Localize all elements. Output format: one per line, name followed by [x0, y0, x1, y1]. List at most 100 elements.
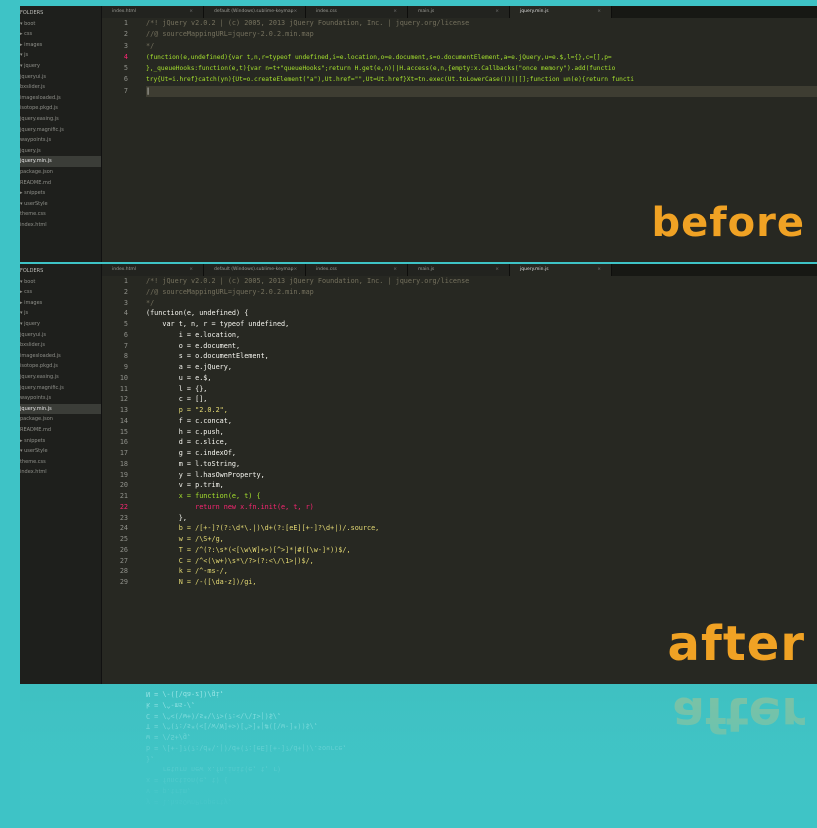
- sidebar-file-item[interactable]: ▸ css: [20, 29, 101, 40]
- code-line[interactable]: /*! jQuery v2.0.2 | (c) 2005, 2013 jQuer…: [146, 276, 817, 287]
- sidebar-file-item[interactable]: jquery.easing.js: [20, 372, 101, 383]
- sidebar-file-item[interactable]: theme.css: [20, 209, 101, 220]
- sidebar-file-item[interactable]: jquery.min.js: [20, 156, 101, 167]
- sidebar-file-item[interactable]: ▾ userStyle: [20, 446, 101, 457]
- code-line[interactable]: o = e.document,: [146, 341, 817, 352]
- sidebar-file-item[interactable]: ▾ userStyle: [20, 199, 101, 210]
- tab-index-css[interactable]: index.css ×: [306, 6, 408, 18]
- sidebar-file-item[interactable]: jqueryui.js: [20, 330, 101, 341]
- code-line[interactable]: c = [],: [146, 394, 817, 405]
- code-line[interactable]: v = p.trim,: [146, 480, 817, 491]
- sidebar-file-item[interactable]: jquery.magnific.js: [20, 125, 101, 136]
- code-line[interactable]: (function(e, undefined) {: [146, 308, 817, 319]
- code-line[interactable]: f = c.concat,: [146, 416, 817, 427]
- sidebar-file-item[interactable]: imagesloaded.js: [20, 93, 101, 104]
- code-line[interactable]: u = e.$,: [146, 373, 817, 384]
- code-line[interactable]: */: [146, 298, 817, 309]
- code-line[interactable]: C = /^<(\w+)\s*\/?>(?:<\/\1>|)$/,: [146, 556, 817, 567]
- sidebar-file-item[interactable]: ▸ snippets: [20, 188, 101, 199]
- tab-jquery-min-js[interactable]: jquery.min.js ×: [510, 6, 612, 18]
- sidebar-file-item[interactable]: isotope.pkgd.js: [20, 361, 101, 372]
- code-line[interactable]: w = /\S+/g,: [146, 534, 817, 545]
- tab-index-css[interactable]: index.css ×: [306, 264, 408, 276]
- code-line[interactable]: a = e.jQuery,: [146, 362, 817, 373]
- sidebar-file-item[interactable]: ▸ css: [20, 287, 101, 298]
- close-icon[interactable]: ×: [495, 6, 499, 18]
- sidebar-file-item[interactable]: jquery.js: [20, 146, 101, 157]
- sidebar-file-item[interactable]: ▸ images: [20, 298, 101, 309]
- close-icon[interactable]: ×: [393, 6, 397, 18]
- sidebar-file-item[interactable]: jquery.easing.js: [20, 114, 101, 125]
- code-line[interactable]: l = {},: [146, 384, 817, 395]
- sidebar-file-item[interactable]: bxslider.js: [20, 82, 101, 93]
- close-icon[interactable]: ×: [189, 6, 193, 18]
- tab-main-js[interactable]: main.js ×: [408, 6, 510, 18]
- code-line[interactable]: //@ sourceMappingURL=jquery-2.0.2.min.ma…: [146, 287, 817, 298]
- tab-default-windows-sublime-keymap[interactable]: default (Windows).sublime-keymap ×: [204, 6, 306, 18]
- sidebar-file-item[interactable]: jqueryui.js: [20, 72, 101, 83]
- sidebar-file-item[interactable]: README.md: [20, 425, 101, 436]
- sidebar-file-item[interactable]: index.html: [20, 467, 101, 478]
- sidebar-file-item[interactable]: ▾ jquery: [20, 61, 101, 72]
- code-line[interactable]: s = o.documentElement,: [146, 351, 817, 362]
- sidebar-file-item[interactable]: package.json: [20, 414, 101, 425]
- code-line[interactable]: x = function(e, t) {: [146, 491, 817, 502]
- code-line[interactable]: y = l.hasOwnProperty,: [146, 470, 817, 481]
- sidebar-file-item[interactable]: isotope.pkgd.js: [20, 103, 101, 114]
- close-icon[interactable]: ×: [495, 264, 499, 276]
- close-icon[interactable]: ×: [597, 6, 601, 18]
- sidebar-file-item[interactable]: index.html: [20, 220, 101, 231]
- sidebar-file-item[interactable]: bxslider.js: [20, 340, 101, 351]
- code-line[interactable]: d = c.slice,: [146, 437, 817, 448]
- sidebar-file-item[interactable]: waypoints.js: [20, 393, 101, 404]
- sidebar-file-item[interactable]: ▾ js: [20, 50, 101, 61]
- sidebar-file-item[interactable]: ▾ boot: [20, 277, 101, 288]
- code-area-before[interactable]: /*! jQuery v2.0.2 | (c) 2005, 2013 jQuer…: [146, 18, 817, 98]
- sidebar-file-item[interactable]: ▾ boot: [20, 19, 101, 30]
- code-line[interactable]: |: [146, 85, 817, 98]
- code-line[interactable]: i = e.location,: [146, 330, 817, 341]
- code-line[interactable]: var t, n, r = typeof undefined,: [146, 319, 817, 330]
- code-line[interactable]: b = /[+-]?(?:\d*\.|)\d+(?:[eE][+-]?\d+|)…: [146, 523, 817, 534]
- tab-index-html[interactable]: index.html ×: [102, 6, 204, 18]
- line-number: 15: [119, 427, 128, 436]
- close-icon[interactable]: ×: [597, 264, 601, 276]
- tab-default-windows-sublime-keymap[interactable]: default (Windows).sublime-keymap ×: [204, 264, 306, 276]
- code-line[interactable]: T = /^(?:\s*(<[\w\W]+>)[^>]*|#([\w-]*))$…: [146, 545, 817, 556]
- code-line[interactable]: try{Ut=i.href}catch(yn){Ut=o.createEleme…: [146, 74, 817, 85]
- tab-main-js[interactable]: main.js ×: [408, 264, 510, 276]
- close-icon[interactable]: ×: [189, 264, 193, 276]
- code-line[interactable]: //@ sourceMappingURL=jquery-2.0.2.min.ma…: [146, 29, 817, 40]
- code-line[interactable]: m = l.toString,: [146, 459, 817, 470]
- close-icon[interactable]: ×: [294, 264, 298, 276]
- close-icon[interactable]: ×: [294, 6, 298, 18]
- code-line[interactable]: p = "2.0.2",: [146, 405, 817, 416]
- sidebar-file-item[interactable]: imagesloaded.js: [20, 351, 101, 362]
- code-line[interactable]: (function(e,undefined){var t,n,r=typeof …: [146, 52, 817, 63]
- sidebar-file-item[interactable]: waypoints.js: [20, 135, 101, 146]
- sidebar-file-item[interactable]: theme.css: [20, 457, 101, 468]
- code-area-after[interactable]: /*! jQuery v2.0.2 | (c) 2005, 2013 jQuer…: [146, 276, 817, 588]
- code-line[interactable]: k = /^-ms-/,: [146, 566, 817, 577]
- close-icon[interactable]: ×: [393, 264, 397, 276]
- sidebar-file-item[interactable]: ▾ jquery: [20, 319, 101, 330]
- code-line[interactable]: /*! jQuery v2.0.2 | (c) 2005, 2013 jQuer…: [146, 18, 817, 29]
- sidebar-file-item[interactable]: package.json: [20, 167, 101, 178]
- code-line[interactable]: h = c.push,: [146, 427, 817, 438]
- code-line[interactable]: N = /-([\da-z])/gi,: [146, 577, 817, 588]
- sidebar-file-item[interactable]: ▸ images: [20, 40, 101, 51]
- sidebar-file-item[interactable]: jquery.magnific.js: [20, 383, 101, 394]
- sidebar-file-item[interactable]: ▾ js: [20, 308, 101, 319]
- tab-jquery-min-js[interactable]: jquery.min.js ×: [510, 264, 612, 276]
- code-line[interactable]: },: [146, 513, 817, 524]
- code-line[interactable]: */: [146, 41, 817, 52]
- sidebar-file-item[interactable]: jquery.min.js: [20, 403, 101, 415]
- sidebar-heading[interactable]: FOLDERS: [20, 8, 101, 19]
- sidebar-heading[interactable]: FOLDERS: [20, 266, 101, 277]
- sidebar-file-item[interactable]: README.md: [20, 178, 101, 189]
- code-line[interactable]: return new x.fn.init(e, t, r): [146, 502, 817, 513]
- tab-index-html[interactable]: index.html ×: [102, 264, 204, 276]
- sidebar-file-item[interactable]: ▸ snippets: [20, 436, 101, 447]
- code-line[interactable]: },_queueHooks:function(e,t){var n=t+"que…: [146, 63, 817, 74]
- code-line[interactable]: g = c.indexOf,: [146, 448, 817, 459]
